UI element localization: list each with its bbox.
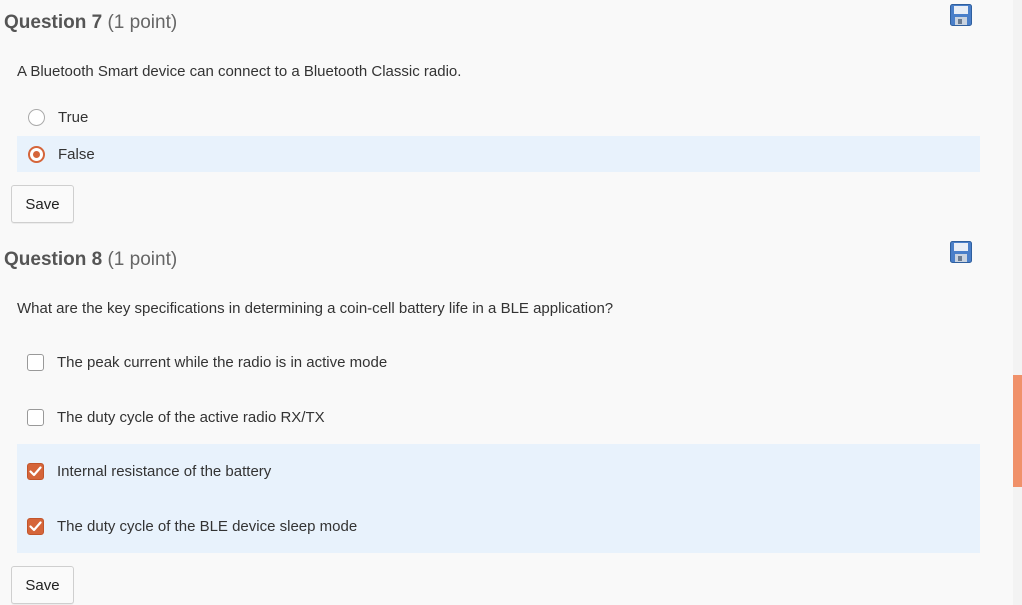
- checkbox[interactable]: [27, 354, 44, 371]
- question-number: Question 7: [4, 12, 103, 33]
- option-label: False: [58, 145, 95, 163]
- question-points: (1 point): [107, 249, 178, 270]
- checkbox[interactable]: [27, 409, 44, 426]
- answer-option-peak-current[interactable]: The peak current while the radio is in a…: [17, 344, 980, 381]
- answer-option-internal-resistance[interactable]: Internal resistance of the battery: [17, 444, 980, 499]
- scrollbar-thumb[interactable]: [1013, 375, 1022, 487]
- radio-button[interactable]: [28, 108, 45, 126]
- answer-option-true[interactable]: True: [17, 99, 980, 135]
- option-label: The duty cycle of the BLE device sleep m…: [57, 517, 358, 535]
- checkbox-checked[interactable]: [27, 463, 44, 480]
- radio-button-selected[interactable]: [28, 145, 45, 163]
- floppy-disk-icon[interactable]: [950, 4, 972, 26]
- checkbox-checked[interactable]: [27, 517, 44, 535]
- option-label: True: [58, 108, 89, 126]
- save-button-question-8[interactable]: Save: [11, 566, 74, 604]
- scrollbar-track[interactable]: [1013, 0, 1022, 605]
- save-button-question-7[interactable]: Save: [11, 185, 74, 223]
- answer-option-false[interactable]: False: [17, 136, 980, 172]
- checkmark-icon: [29, 520, 42, 531]
- answer-option-duty-cycle-sleep[interactable]: The duty cycle of the BLE device sleep m…: [17, 499, 980, 553]
- question-text: A Bluetooth Smart device can connect to …: [17, 63, 462, 80]
- question-text: What are the key specifications in deter…: [17, 300, 614, 317]
- question-points: (1 point): [107, 12, 178, 33]
- option-label: The peak current while the radio is in a…: [57, 354, 388, 371]
- answer-option-duty-cycle-radio[interactable]: The duty cycle of the active radio RX/TX: [17, 399, 980, 436]
- question-7-header: Question 7 (1 point): [4, 12, 177, 34]
- question-number: Question 8: [4, 249, 103, 270]
- question-8-header: Question 8 (1 point): [4, 249, 177, 271]
- floppy-disk-icon[interactable]: [950, 241, 972, 263]
- quiz-page: Question 7 (1 point) A Bluetooth Smart d…: [0, 0, 1022, 605]
- option-label: The duty cycle of the active radio RX/TX: [57, 409, 325, 426]
- checkmark-icon: [29, 466, 42, 477]
- option-label: Internal resistance of the battery: [57, 463, 272, 480]
